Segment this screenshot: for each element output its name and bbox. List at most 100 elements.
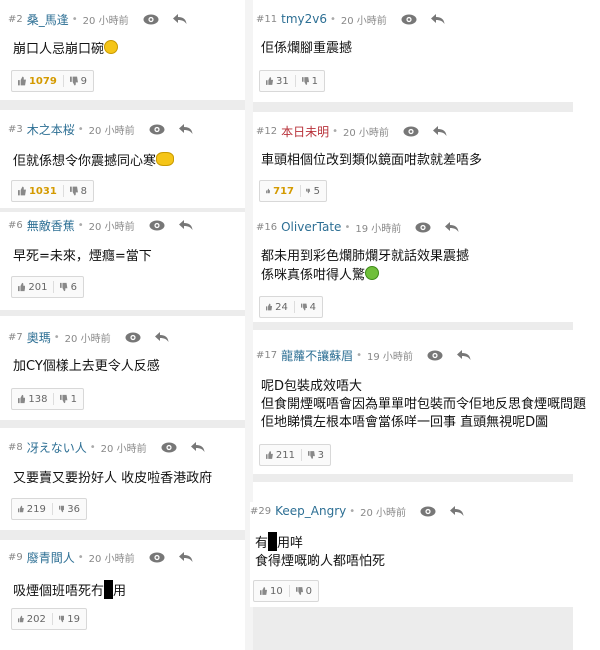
thumbs-down-icon[interactable] bbox=[58, 614, 65, 624]
comment-card: #2 桑_馬逢 • 20 小時前 崩口人忌崩口碗 1079 9 bbox=[8, 10, 245, 100]
eye-icon[interactable] bbox=[403, 126, 419, 137]
comment-text: 有用咩 食得煙嘅啲人都唔怕死 bbox=[255, 532, 385, 571]
thumbs-up-icon[interactable] bbox=[18, 186, 26, 196]
username-link[interactable]: 無敵香蕉 bbox=[27, 217, 75, 234]
comment-line: 但食開煙嘅唔會因為單單咁包裝而令佢地反思食煙嘅問題 bbox=[261, 397, 587, 412]
reply-icon[interactable] bbox=[430, 13, 445, 25]
thumbs-down-icon[interactable] bbox=[69, 76, 78, 86]
eye-icon[interactable] bbox=[427, 350, 443, 361]
thumbs-down-icon[interactable] bbox=[300, 302, 307, 312]
username-link[interactable]: OliverTate bbox=[281, 220, 341, 234]
comment-card: #17 龍蘿不讓蘇眉 • 19 小時前 呢D包裝成效唔大 但食開煙嘅唔會因為單單… bbox=[256, 346, 591, 474]
username-link[interactable]: Keep_Angry bbox=[275, 504, 346, 518]
eye-icon[interactable] bbox=[125, 332, 141, 343]
gap bbox=[253, 102, 573, 112]
reply-icon[interactable] bbox=[154, 331, 169, 343]
thumbs-up-icon[interactable] bbox=[18, 76, 26, 86]
username-link[interactable]: 奧瑪 bbox=[27, 329, 51, 346]
username-link[interactable]: 本日未明 bbox=[281, 123, 329, 140]
downvote-count: 9 bbox=[80, 75, 88, 87]
eye-icon[interactable] bbox=[149, 124, 165, 135]
comment-line: 呢D包裝成效唔大 bbox=[261, 379, 363, 394]
thumbs-up-icon[interactable] bbox=[260, 586, 268, 596]
reply-icon[interactable] bbox=[178, 219, 193, 231]
divider bbox=[53, 281, 55, 293]
thumbs-up-icon[interactable] bbox=[18, 504, 24, 514]
timestamp: 20 小時前 bbox=[88, 553, 135, 565]
username-link[interactable]: 廢青間人 bbox=[27, 549, 75, 566]
eye-icon[interactable] bbox=[415, 222, 431, 233]
eye-icon[interactable] bbox=[149, 220, 165, 231]
thumbs-down-icon[interactable] bbox=[301, 76, 309, 86]
vote-bar: 219 36 bbox=[11, 498, 87, 520]
reply-icon[interactable] bbox=[456, 349, 471, 361]
comment-number: #11 bbox=[256, 13, 278, 25]
thumbs-up-icon[interactable] bbox=[266, 302, 273, 312]
thumbs-down-icon[interactable] bbox=[58, 504, 65, 514]
comment-text: 都未用到彩色爛肺爛牙就話效果震撼 係咪真係咁得人驚 bbox=[261, 248, 469, 285]
reply-icon[interactable] bbox=[178, 123, 193, 135]
reply-icon[interactable] bbox=[178, 551, 193, 563]
comment-line-text: 係咪真係咁得人驚 bbox=[261, 268, 366, 283]
eye-icon[interactable] bbox=[420, 506, 436, 517]
timestamp: 20 小時前 bbox=[64, 333, 111, 345]
comment-text: 崩口人忌崩口碗 bbox=[13, 40, 119, 59]
thumbs-down-icon[interactable] bbox=[307, 450, 315, 460]
downvote-count: 4 bbox=[309, 301, 316, 313]
gap bbox=[253, 322, 573, 330]
upvote-count: 202 bbox=[26, 613, 46, 625]
comment-line: 佢地睇慣左根本唔會當係咩一回事 直頭無視呢D圖 bbox=[261, 415, 549, 430]
separator-dot: • bbox=[71, 13, 78, 25]
separator-dot: • bbox=[344, 221, 351, 233]
comment-card: #6 無敵香蕉 • 20 小時前 早死=未來，煙癮=當下 201 6 bbox=[8, 216, 245, 310]
thumbs-down-icon[interactable] bbox=[69, 186, 78, 196]
thumbs-down-icon[interactable] bbox=[295, 586, 303, 596]
thumbs-down-icon[interactable] bbox=[306, 186, 311, 196]
reply-icon[interactable] bbox=[432, 125, 447, 137]
timestamp: 20 小時前 bbox=[88, 221, 135, 233]
thumbs-down-icon[interactable] bbox=[60, 282, 68, 292]
eye-icon[interactable] bbox=[143, 14, 159, 25]
downvote-count: 1 bbox=[70, 393, 77, 405]
username-link[interactable]: tmy2v6 bbox=[281, 12, 327, 26]
vote-bar: 717 5 bbox=[259, 180, 327, 202]
comment-text: 佢係爛腳重震撼 bbox=[261, 41, 353, 56]
vote-bar: 202 19 bbox=[11, 608, 87, 630]
username-link[interactable]: 冴えない人 bbox=[27, 439, 87, 456]
thumbs-down-icon[interactable] bbox=[60, 394, 68, 404]
gap bbox=[0, 310, 245, 316]
gap bbox=[0, 420, 245, 428]
comment-card: #3 木之本桜 • 20 小時前 佢就係想令你震撼同心寒 1031 8 bbox=[8, 120, 245, 208]
thumbs-up-icon[interactable] bbox=[266, 76, 274, 86]
thumbs-up-icon[interactable] bbox=[18, 394, 26, 404]
eye-icon[interactable] bbox=[161, 442, 177, 453]
username-link[interactable]: 桑_馬逢 bbox=[27, 11, 69, 28]
divider bbox=[288, 585, 290, 597]
comment-text: 呢D包裝成效唔大 但食開煙嘅唔會因為單單咁包裝而令佢地反思食煙嘅問題 佢地睇慣左… bbox=[261, 378, 586, 432]
reply-icon[interactable] bbox=[450, 505, 464, 517]
thumbs-up-icon[interactable] bbox=[18, 282, 26, 292]
timestamp: 19 小時前 bbox=[367, 351, 413, 363]
reply-icon[interactable] bbox=[445, 221, 459, 233]
comment-line-text: 用咩 bbox=[277, 536, 304, 551]
eye-icon[interactable] bbox=[149, 552, 165, 563]
username-link[interactable]: 木之本桜 bbox=[27, 121, 75, 138]
reply-icon[interactable] bbox=[190, 441, 205, 453]
sweat-emoji-icon bbox=[156, 152, 175, 166]
timestamp: 20 小時前 bbox=[340, 15, 387, 27]
username-link[interactable]: 龍蘿不讓蘇眉 bbox=[281, 347, 353, 364]
vote-bar: 31 1 bbox=[259, 70, 325, 92]
comment-text: 早死=未來，煙癮=當下 bbox=[13, 249, 152, 264]
thumbs-up-icon[interactable] bbox=[266, 186, 271, 196]
eye-icon[interactable] bbox=[401, 14, 417, 25]
separator-dot: • bbox=[77, 123, 84, 135]
timestamp: 20 小時前 bbox=[343, 127, 389, 139]
comment-text: 又要賣又要扮好人 收皮啦香港政府 bbox=[13, 471, 213, 486]
reply-icon[interactable] bbox=[172, 13, 187, 25]
thumbs-up-icon[interactable] bbox=[266, 450, 273, 460]
thumbs-up-icon[interactable] bbox=[18, 614, 24, 624]
timestamp: 20 小時前 bbox=[88, 125, 135, 137]
comment-line: 佢就係想令你震撼同心寒 bbox=[13, 154, 157, 169]
gap bbox=[0, 100, 245, 110]
timestamp: 20 小時前 bbox=[100, 443, 147, 455]
